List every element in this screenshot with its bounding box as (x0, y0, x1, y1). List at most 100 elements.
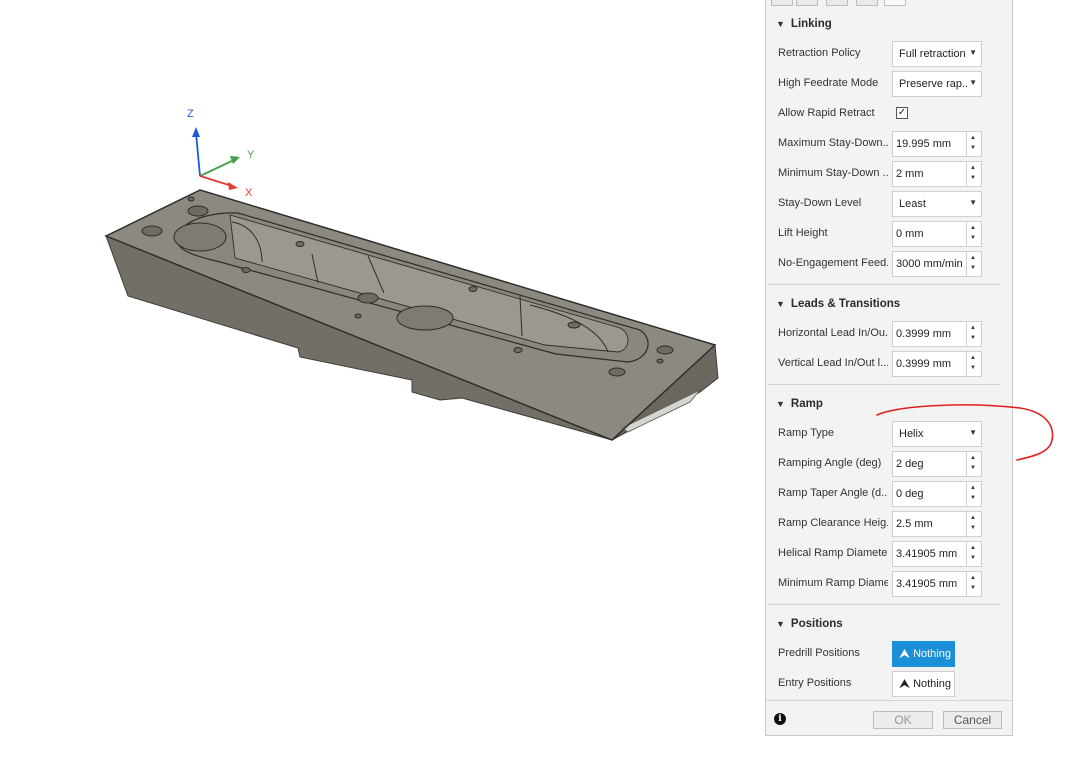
spin-up-icon[interactable]: ▲ (970, 165, 976, 171)
spinner[interactable]: ▲ ▼ (966, 252, 981, 276)
axis-triad: Z Y X (187, 108, 255, 199)
row-retraction-policy: Retraction Policy Full retraction ▼ (766, 41, 1014, 67)
spinner[interactable]: ▲ ▼ (966, 572, 981, 596)
section-divider (768, 284, 1000, 285)
ramp-clearance-height-label: Ramp Clearance Heig... (778, 517, 888, 529)
cam-part-model[interactable]: Z Y X (0, 0, 760, 769)
row-minimum-ramp-diameter: Minimum Ramp Diame... 3.41905 mm ▲ ▼ (766, 571, 1014, 597)
stay-down-level-dropdown[interactable]: Least ▼ (892, 191, 982, 217)
spin-up-icon[interactable]: ▲ (970, 325, 976, 331)
spin-up-icon[interactable]: ▲ (970, 355, 976, 361)
spin-up-icon[interactable]: ▲ (970, 225, 976, 231)
ramp-type-dropdown[interactable]: Helix ▼ (892, 421, 982, 447)
spin-down-icon[interactable]: ▼ (970, 555, 976, 561)
section-ramp-header[interactable]: ▼ Ramp (776, 396, 823, 412)
predrill-positions-label: Predrill Positions (778, 647, 860, 659)
entry-positions-label: Entry Positions (778, 677, 852, 689)
dropdown-arrow-icon: ▼ (969, 48, 977, 57)
panel-footer: i OK Cancel (766, 700, 1012, 737)
ok-button[interactable]: OK (873, 711, 933, 729)
spin-up-icon[interactable]: ▲ (970, 455, 976, 461)
x-axis-label: X (245, 187, 253, 199)
helical-ramp-diameter-value: 3.41905 mm (896, 548, 958, 560)
tab-linking[interactable] (884, 0, 906, 6)
collapse-triangle-icon: ▼ (776, 19, 785, 29)
spin-down-icon[interactable]: ▼ (970, 265, 976, 271)
maximum-stay-down-value: 19.995 mm (896, 138, 952, 150)
tab-passes[interactable] (856, 0, 878, 6)
spinner[interactable]: ▲ ▼ (966, 482, 981, 506)
spin-down-icon[interactable]: ▼ (970, 235, 976, 241)
tab-heights[interactable] (826, 0, 848, 6)
vertical-lead-input[interactable]: 0.3999 mm ▲ ▼ (892, 351, 982, 377)
spinner[interactable]: ▲ ▼ (966, 512, 981, 536)
maximum-stay-down-input[interactable]: 19.995 mm ▲ ▼ (892, 131, 982, 157)
cancel-button[interactable]: Cancel (943, 711, 1002, 729)
entry-positions-selector[interactable]: ⮝ Nothing (892, 671, 955, 697)
spin-down-icon[interactable]: ▼ (970, 525, 976, 531)
spin-up-icon[interactable]: ▲ (970, 575, 976, 581)
helical-ramp-diameter-input[interactable]: 3.41905 mm ▲ ▼ (892, 541, 982, 567)
ramp-taper-angle-input[interactable]: 0 deg ▲ ▼ (892, 481, 982, 507)
spinner[interactable]: ▲ ▼ (966, 132, 981, 156)
spinner[interactable]: ▲ ▼ (966, 542, 981, 566)
section-leads-transitions-header[interactable]: ▼ Leads & Transitions (776, 296, 900, 312)
high-feedrate-mode-dropdown[interactable]: Preserve rap... ▼ (892, 71, 982, 97)
y-axis-line (199, 159, 235, 177)
spin-down-icon[interactable]: ▼ (970, 465, 976, 471)
lift-height-input[interactable]: 0 mm ▲ ▼ (892, 221, 982, 247)
minimum-ramp-diameter-input[interactable]: 3.41905 mm ▲ ▼ (892, 571, 982, 597)
retraction-policy-label: Retraction Policy (778, 47, 861, 59)
ramp-taper-angle-label: Ramp Taper Angle (d... (778, 487, 888, 499)
spin-down-icon[interactable]: ▼ (970, 585, 976, 591)
spin-up-icon[interactable]: ▲ (970, 485, 976, 491)
ramp-type-label: Ramp Type (778, 427, 835, 439)
horizontal-lead-label: Horizontal Lead In/Ou... (778, 327, 888, 339)
row-allow-rapid-retract: Allow Rapid Retract ✓ (766, 101, 1014, 127)
spin-up-icon[interactable]: ▲ (970, 515, 976, 521)
no-engagement-feedrate-input[interactable]: 3000 mm/min ▲ ▼ (892, 251, 982, 277)
spin-down-icon[interactable]: ▼ (970, 335, 976, 341)
ramp-clearance-height-value: 2.5 mm (896, 518, 933, 530)
dropdown-arrow-icon: ▼ (969, 198, 977, 207)
section-title: Positions (790, 618, 843, 630)
horizontal-lead-input[interactable]: 0.3999 mm ▲ ▼ (892, 321, 982, 347)
tab-tool[interactable] (771, 0, 793, 6)
spin-down-icon[interactable]: ▼ (970, 175, 976, 181)
retraction-policy-dropdown[interactable]: Full retraction ▼ (892, 41, 982, 67)
predrill-positions-selector[interactable]: ⮝ Nothing (892, 641, 955, 667)
spinner[interactable]: ▲ ▼ (966, 352, 981, 376)
maximum-stay-down-label: Maximum Stay-Down... (778, 137, 888, 149)
row-entry-positions: Entry Positions ⮝ Nothing (766, 671, 1014, 697)
spin-down-icon[interactable]: ▼ (970, 365, 976, 371)
spin-up-icon[interactable]: ▲ (970, 135, 976, 141)
lift-height-label: Lift Height (778, 227, 828, 239)
minimum-stay-down-input[interactable]: 2 mm ▲ ▼ (892, 161, 982, 187)
row-maximum-stay-down: Maximum Stay-Down... 19.995 mm ▲ ▼ (766, 131, 1014, 157)
vertical-lead-value: 0.3999 mm (896, 358, 952, 370)
spin-up-icon[interactable]: ▲ (970, 545, 976, 551)
spinner[interactable]: ▲ ▼ (966, 162, 981, 186)
no-engagement-feedrate-value: 3000 mm/min (896, 258, 963, 270)
section-linking-header[interactable]: ▼ Linking (776, 16, 832, 32)
info-icon[interactable]: i (774, 713, 786, 725)
spin-up-icon[interactable]: ▲ (970, 255, 976, 261)
spin-down-icon[interactable]: ▼ (970, 495, 976, 501)
ramping-angle-input[interactable]: 2 deg ▲ ▼ (892, 451, 982, 477)
allow-rapid-retract-checkbox[interactable]: ✓ (896, 107, 908, 119)
spinner[interactable]: ▲ ▼ (966, 222, 981, 246)
collapse-triangle-icon: ▼ (776, 619, 785, 629)
minimum-stay-down-label: Minimum Stay-Down ... (778, 167, 888, 179)
ramp-clearance-height-input[interactable]: 2.5 mm ▲ ▼ (892, 511, 982, 537)
spinner[interactable]: ▲ ▼ (966, 322, 981, 346)
ramp-taper-angle-value: 0 deg (896, 488, 924, 500)
horizontal-lead-value: 0.3999 mm (896, 328, 952, 340)
3d-viewport[interactable]: Z Y X (0, 0, 760, 769)
y-axis-label: Y (247, 149, 255, 161)
helical-ramp-diameter-label: Helical Ramp Diameter (778, 547, 888, 559)
tab-geometry[interactable] (796, 0, 818, 6)
spinner[interactable]: ▲ ▼ (966, 452, 981, 476)
section-positions-header[interactable]: ▼ Positions (776, 616, 843, 632)
section-title: Linking (790, 18, 832, 30)
spin-down-icon[interactable]: ▼ (970, 145, 976, 151)
